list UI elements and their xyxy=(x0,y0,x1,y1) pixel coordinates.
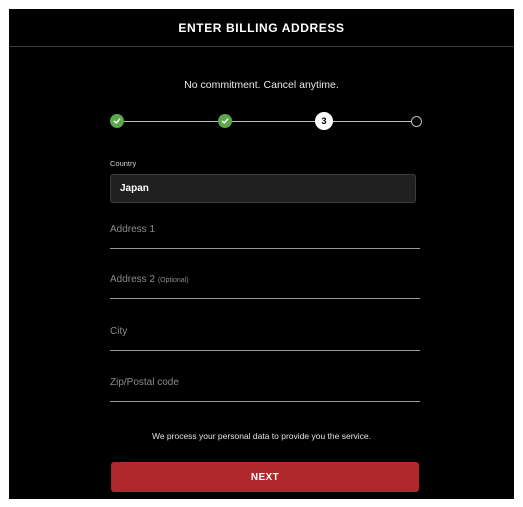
address2-field[interactable]: Address 2 (Optional) xyxy=(110,274,420,299)
city-placeholder: City xyxy=(110,326,128,337)
address1-field[interactable]: Address 1 xyxy=(110,224,420,249)
optional-note: (Optional) xyxy=(157,277,189,284)
progress-stepper: 3 xyxy=(110,112,422,130)
city-field[interactable]: City xyxy=(110,326,420,351)
zip-field[interactable]: Zip/Postal code xyxy=(110,377,420,402)
country-value: Japan xyxy=(120,183,149,194)
country-select[interactable]: Japan xyxy=(110,174,416,203)
step-3-current: 3 xyxy=(315,112,333,130)
address2-label: Address 2 xyxy=(110,274,156,285)
check-icon xyxy=(113,118,121,124)
step-4-upcoming xyxy=(411,116,422,127)
check-icon xyxy=(221,118,229,124)
billing-address-panel: ENTER BILLING ADDRESS No commitment. Can… xyxy=(9,9,514,499)
step-number: 3 xyxy=(321,116,327,126)
subtitle: No commitment. Cancel anytime. xyxy=(184,79,339,91)
country-label: Country xyxy=(110,159,137,168)
step-1-completed xyxy=(110,114,124,128)
privacy-note: We process your personal data to provide… xyxy=(151,431,372,441)
page-title: ENTER BILLING ADDRESS xyxy=(178,20,345,35)
modal-header: ENTER BILLING ADDRESS xyxy=(9,9,514,47)
next-button-label: NEXT xyxy=(250,471,280,483)
address1-placeholder: Address 1 xyxy=(110,224,156,235)
step-connector xyxy=(333,121,412,122)
step-2-completed xyxy=(218,114,232,128)
next-button[interactable]: NEXT xyxy=(111,462,419,492)
step-connector xyxy=(232,121,315,122)
step-connector xyxy=(124,121,218,122)
address2-placeholder: Address 2 (Optional) xyxy=(110,274,189,285)
zip-placeholder: Zip/Postal code xyxy=(110,377,179,388)
